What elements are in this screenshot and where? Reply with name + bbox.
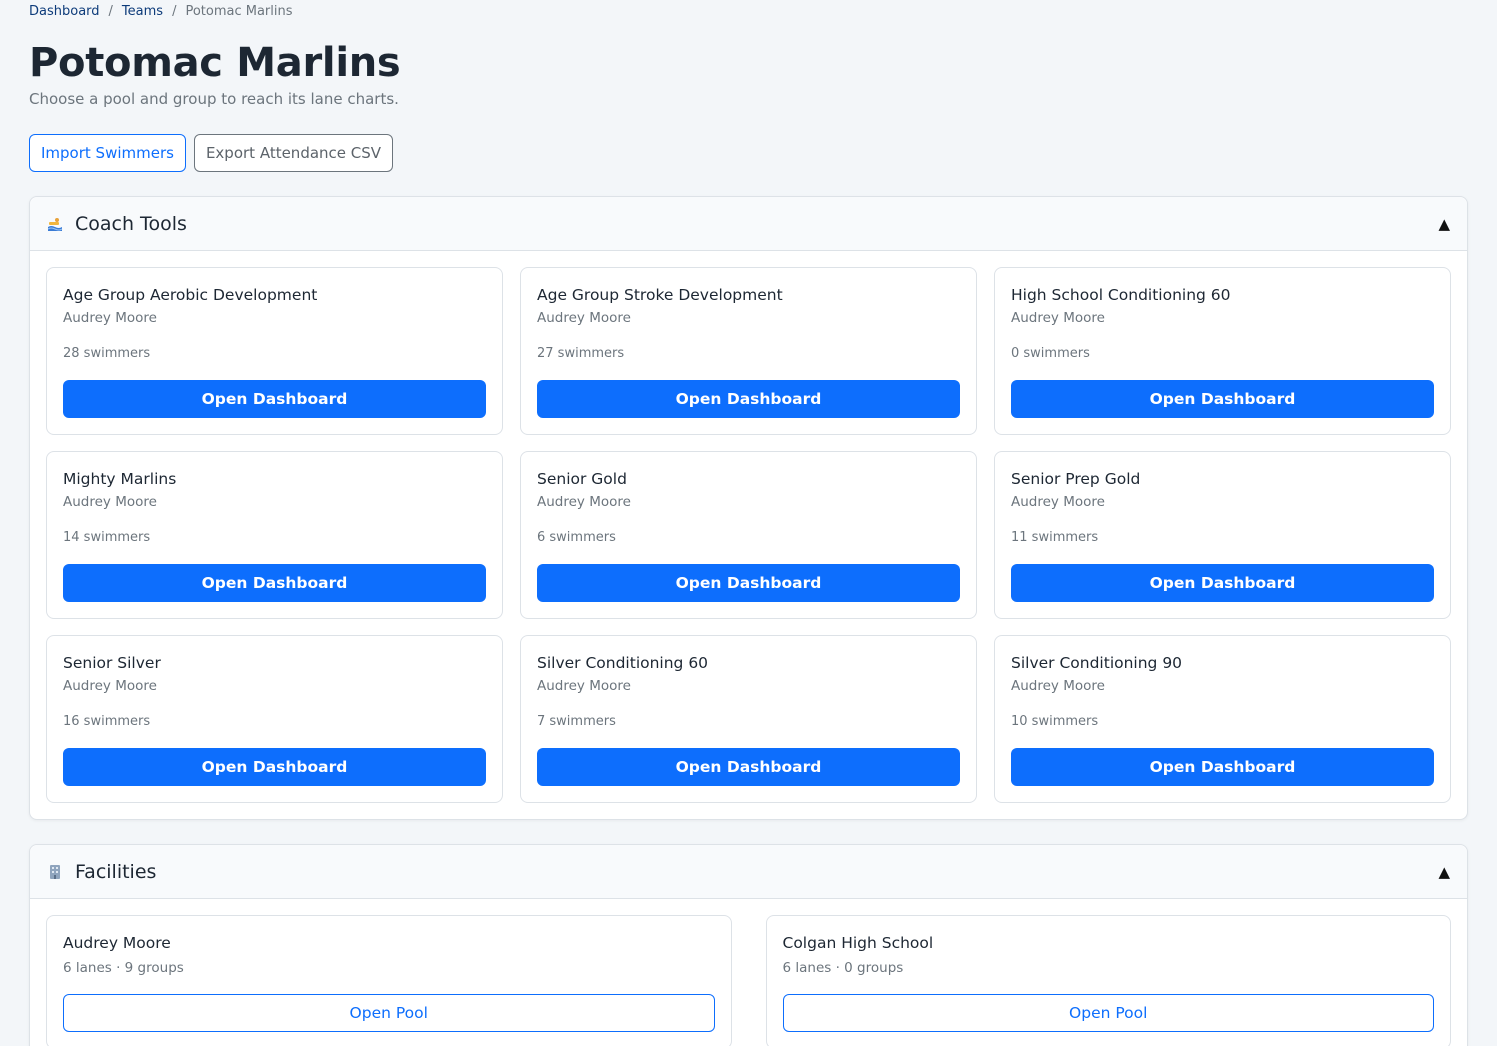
page: Dashboard / Teams / Potomac Marlins Poto…: [0, 0, 1497, 1046]
pool-info: 6 lanes · 0 groups: [782, 960, 904, 976]
facilities-header[interactable]: Facilities ▲: [30, 845, 1467, 899]
group-card: Age Group Aerobic Development Audrey Moor…: [46, 267, 503, 435]
page-subtitle: Choose a pool and group to reach its lan…: [29, 90, 399, 108]
group-swimmer-count: 11 swimmers: [1011, 530, 1099, 545]
open-dashboard-button[interactable]: Open Dashboard: [1011, 564, 1434, 602]
open-dashboard-button[interactable]: Open Dashboard: [1011, 380, 1434, 418]
action-bar: Import Swimmers Export Attendance CSV: [29, 134, 1468, 172]
breadcrumb-separator: /: [172, 3, 177, 19]
group-swimmer-count: 0 swimmers: [1011, 346, 1090, 361]
group-swimmer-count: 14 swimmers: [63, 530, 151, 545]
group-swimmer-count: 10 swimmers: [1011, 714, 1099, 729]
groups-grid: Age Group Aerobic Development Audrey Moor…: [46, 267, 1451, 803]
group-name: Mighty Marlins: [63, 470, 177, 488]
group-swimmer-count: 28 swimmers: [63, 346, 151, 361]
pools-grid: Audrey Moore 6 lanes · 9 groups Open Pool C…: [46, 915, 1451, 1046]
pool-card: Audrey Moore 6 lanes · 9 groups Open Pool: [46, 915, 732, 1046]
pool-card: Colgan High School 6 lanes · 0 groups Open…: [765, 915, 1451, 1046]
pool-name: Audrey Moore: [63, 934, 171, 952]
breadcrumb-separator: /: [108, 3, 113, 19]
group-swimmer-count: 27 swimmers: [537, 346, 625, 361]
group-swimmer-count: 7 swimmers: [537, 714, 616, 729]
swimmer-icon: [47, 216, 63, 232]
coach-tools-panel: Coach Tools ▲ Age Group Aerobic Developm…: [29, 196, 1468, 820]
group-name: Senior Gold: [537, 470, 627, 488]
open-dashboard-button[interactable]: Open Dashboard: [537, 564, 960, 602]
group-pool: Audrey Moore: [63, 310, 157, 326]
group-swimmer-count: 16 swimmers: [63, 714, 151, 729]
page-title: Potomac Marlins: [29, 40, 401, 86]
collapse-icon[interactable]: ▲: [1438, 863, 1450, 881]
group-card: High School Conditioning 60 Audrey Moore 0…: [994, 267, 1451, 435]
export-attendance-button[interactable]: Export Attendance CSV: [193, 134, 394, 172]
breadcrumb: Dashboard / Teams / Potomac Marlins: [29, 0, 1468, 22]
group-card: Mighty Marlins Audrey Moore 14 swimmers Ope…: [46, 451, 503, 619]
group-pool: Audrey Moore: [63, 494, 157, 510]
group-card: Senior Gold Audrey Moore 6 swimmers Open Da…: [520, 451, 977, 619]
open-pool-button[interactable]: Open Pool: [63, 994, 715, 1032]
group-pool: Audrey Moore: [1011, 678, 1105, 694]
group-name: Senior Silver: [63, 654, 161, 672]
group-name: Senior Prep Gold: [1011, 470, 1141, 488]
facilities-body: Audrey Moore 6 lanes · 9 groups Open Pool C…: [30, 899, 1467, 1046]
import-swimmers-button[interactable]: Import Swimmers: [29, 134, 186, 172]
group-pool: Audrey Moore: [63, 678, 157, 694]
coach-tools-title: Coach Tools: [75, 212, 187, 235]
group-name: Silver Conditioning 90: [1011, 654, 1183, 672]
group-name: Silver Conditioning 60: [537, 654, 709, 672]
open-dashboard-button[interactable]: Open Dashboard: [63, 748, 486, 786]
group-pool: Audrey Moore: [537, 678, 631, 694]
group-name: High School Conditioning 60: [1011, 286, 1231, 304]
breadcrumb-teams[interactable]: Teams: [122, 4, 163, 19]
group-pool: Audrey Moore: [1011, 310, 1105, 326]
breadcrumb-current: Potomac Marlins: [185, 3, 293, 19]
group-card: Senior Silver Audrey Moore 16 swimmers Open…: [46, 635, 503, 803]
group-card: Silver Conditioning 90 Audrey Moore 10 swi…: [994, 635, 1451, 803]
pool-info: 6 lanes · 9 groups: [63, 960, 184, 976]
breadcrumb-dashboard[interactable]: Dashboard: [29, 4, 100, 19]
building-icon: [47, 864, 63, 880]
group-card: Age Group Stroke Development Audrey Moore…: [520, 267, 977, 435]
facilities-panel: Facilities ▲ Audrey Moore 6 lanes · 9 gro…: [29, 844, 1468, 1046]
group-pool: Audrey Moore: [537, 494, 631, 510]
pool-name: Colgan High School: [782, 934, 934, 952]
group-pool: Audrey Moore: [1011, 494, 1105, 510]
open-dashboard-button[interactable]: Open Dashboard: [63, 564, 486, 602]
group-name: Age Group Aerobic Development: [63, 286, 318, 304]
facilities-title: Facilities: [75, 860, 157, 883]
open-dashboard-button[interactable]: Open Dashboard: [1011, 748, 1434, 786]
open-dashboard-button[interactable]: Open Dashboard: [537, 748, 960, 786]
open-pool-button[interactable]: Open Pool: [782, 994, 1434, 1032]
coach-tools-body: Age Group Aerobic Development Audrey Moor…: [30, 251, 1467, 819]
coach-tools-header[interactable]: Coach Tools ▲: [30, 197, 1467, 251]
group-pool: Audrey Moore: [537, 310, 631, 326]
group-name: Age Group Stroke Development: [537, 286, 783, 304]
group-card: Senior Prep Gold Audrey Moore 11 swimmers O…: [994, 451, 1451, 619]
collapse-icon[interactable]: ▲: [1438, 215, 1450, 233]
group-card: Silver Conditioning 60 Audrey Moore 7 swim…: [520, 635, 977, 803]
open-dashboard-button[interactable]: Open Dashboard: [537, 380, 960, 418]
open-dashboard-button[interactable]: Open Dashboard: [63, 380, 486, 418]
group-swimmer-count: 6 swimmers: [537, 530, 616, 545]
